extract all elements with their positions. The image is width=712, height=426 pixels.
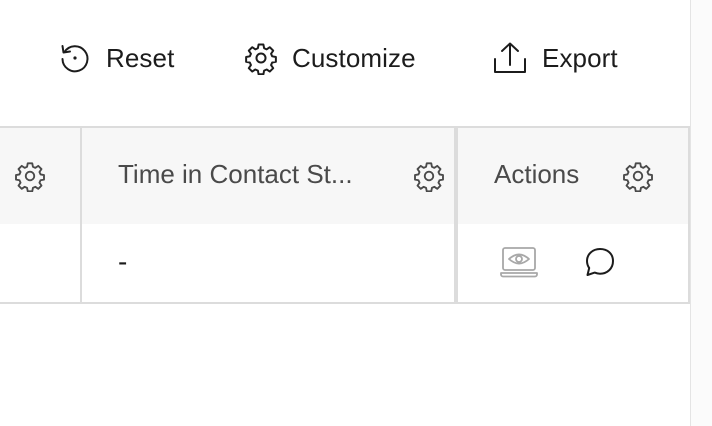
page: Reset Customize Export Time in Contact S… (0, 0, 712, 426)
gear-icon[interactable] (14, 160, 46, 197)
column-header-label: Time in Contact St... (118, 159, 353, 189)
export-label: Export (542, 42, 618, 73)
reset-label: Reset (106, 42, 175, 73)
time-in-contact-state-value: - (118, 246, 128, 277)
export-icon (492, 41, 528, 75)
gear-icon[interactable] (413, 160, 445, 197)
view-screen-icon[interactable] (500, 246, 538, 283)
gear-icon (244, 41, 278, 75)
export-button[interactable]: Export (492, 38, 618, 78)
table-cell-actions (458, 224, 690, 304)
data-table: Time in Contact St... Actions - (0, 126, 690, 306)
column-header-previous (0, 126, 82, 226)
table-cell: - (82, 224, 458, 304)
chat-icon[interactable] (584, 246, 616, 283)
gear-icon[interactable] (622, 160, 654, 197)
customize-button[interactable]: Customize (244, 38, 416, 78)
column-header-label: Actions (494, 159, 580, 189)
panel-edge (690, 0, 712, 426)
reset-icon (58, 41, 92, 75)
reset-button[interactable]: Reset (58, 38, 174, 78)
customize-label: Customize (292, 42, 416, 73)
table-cell (0, 224, 82, 304)
column-header-time-in-contact-state[interactable]: Time in Contact St... (82, 126, 458, 226)
column-header-actions[interactable]: Actions (458, 126, 690, 226)
